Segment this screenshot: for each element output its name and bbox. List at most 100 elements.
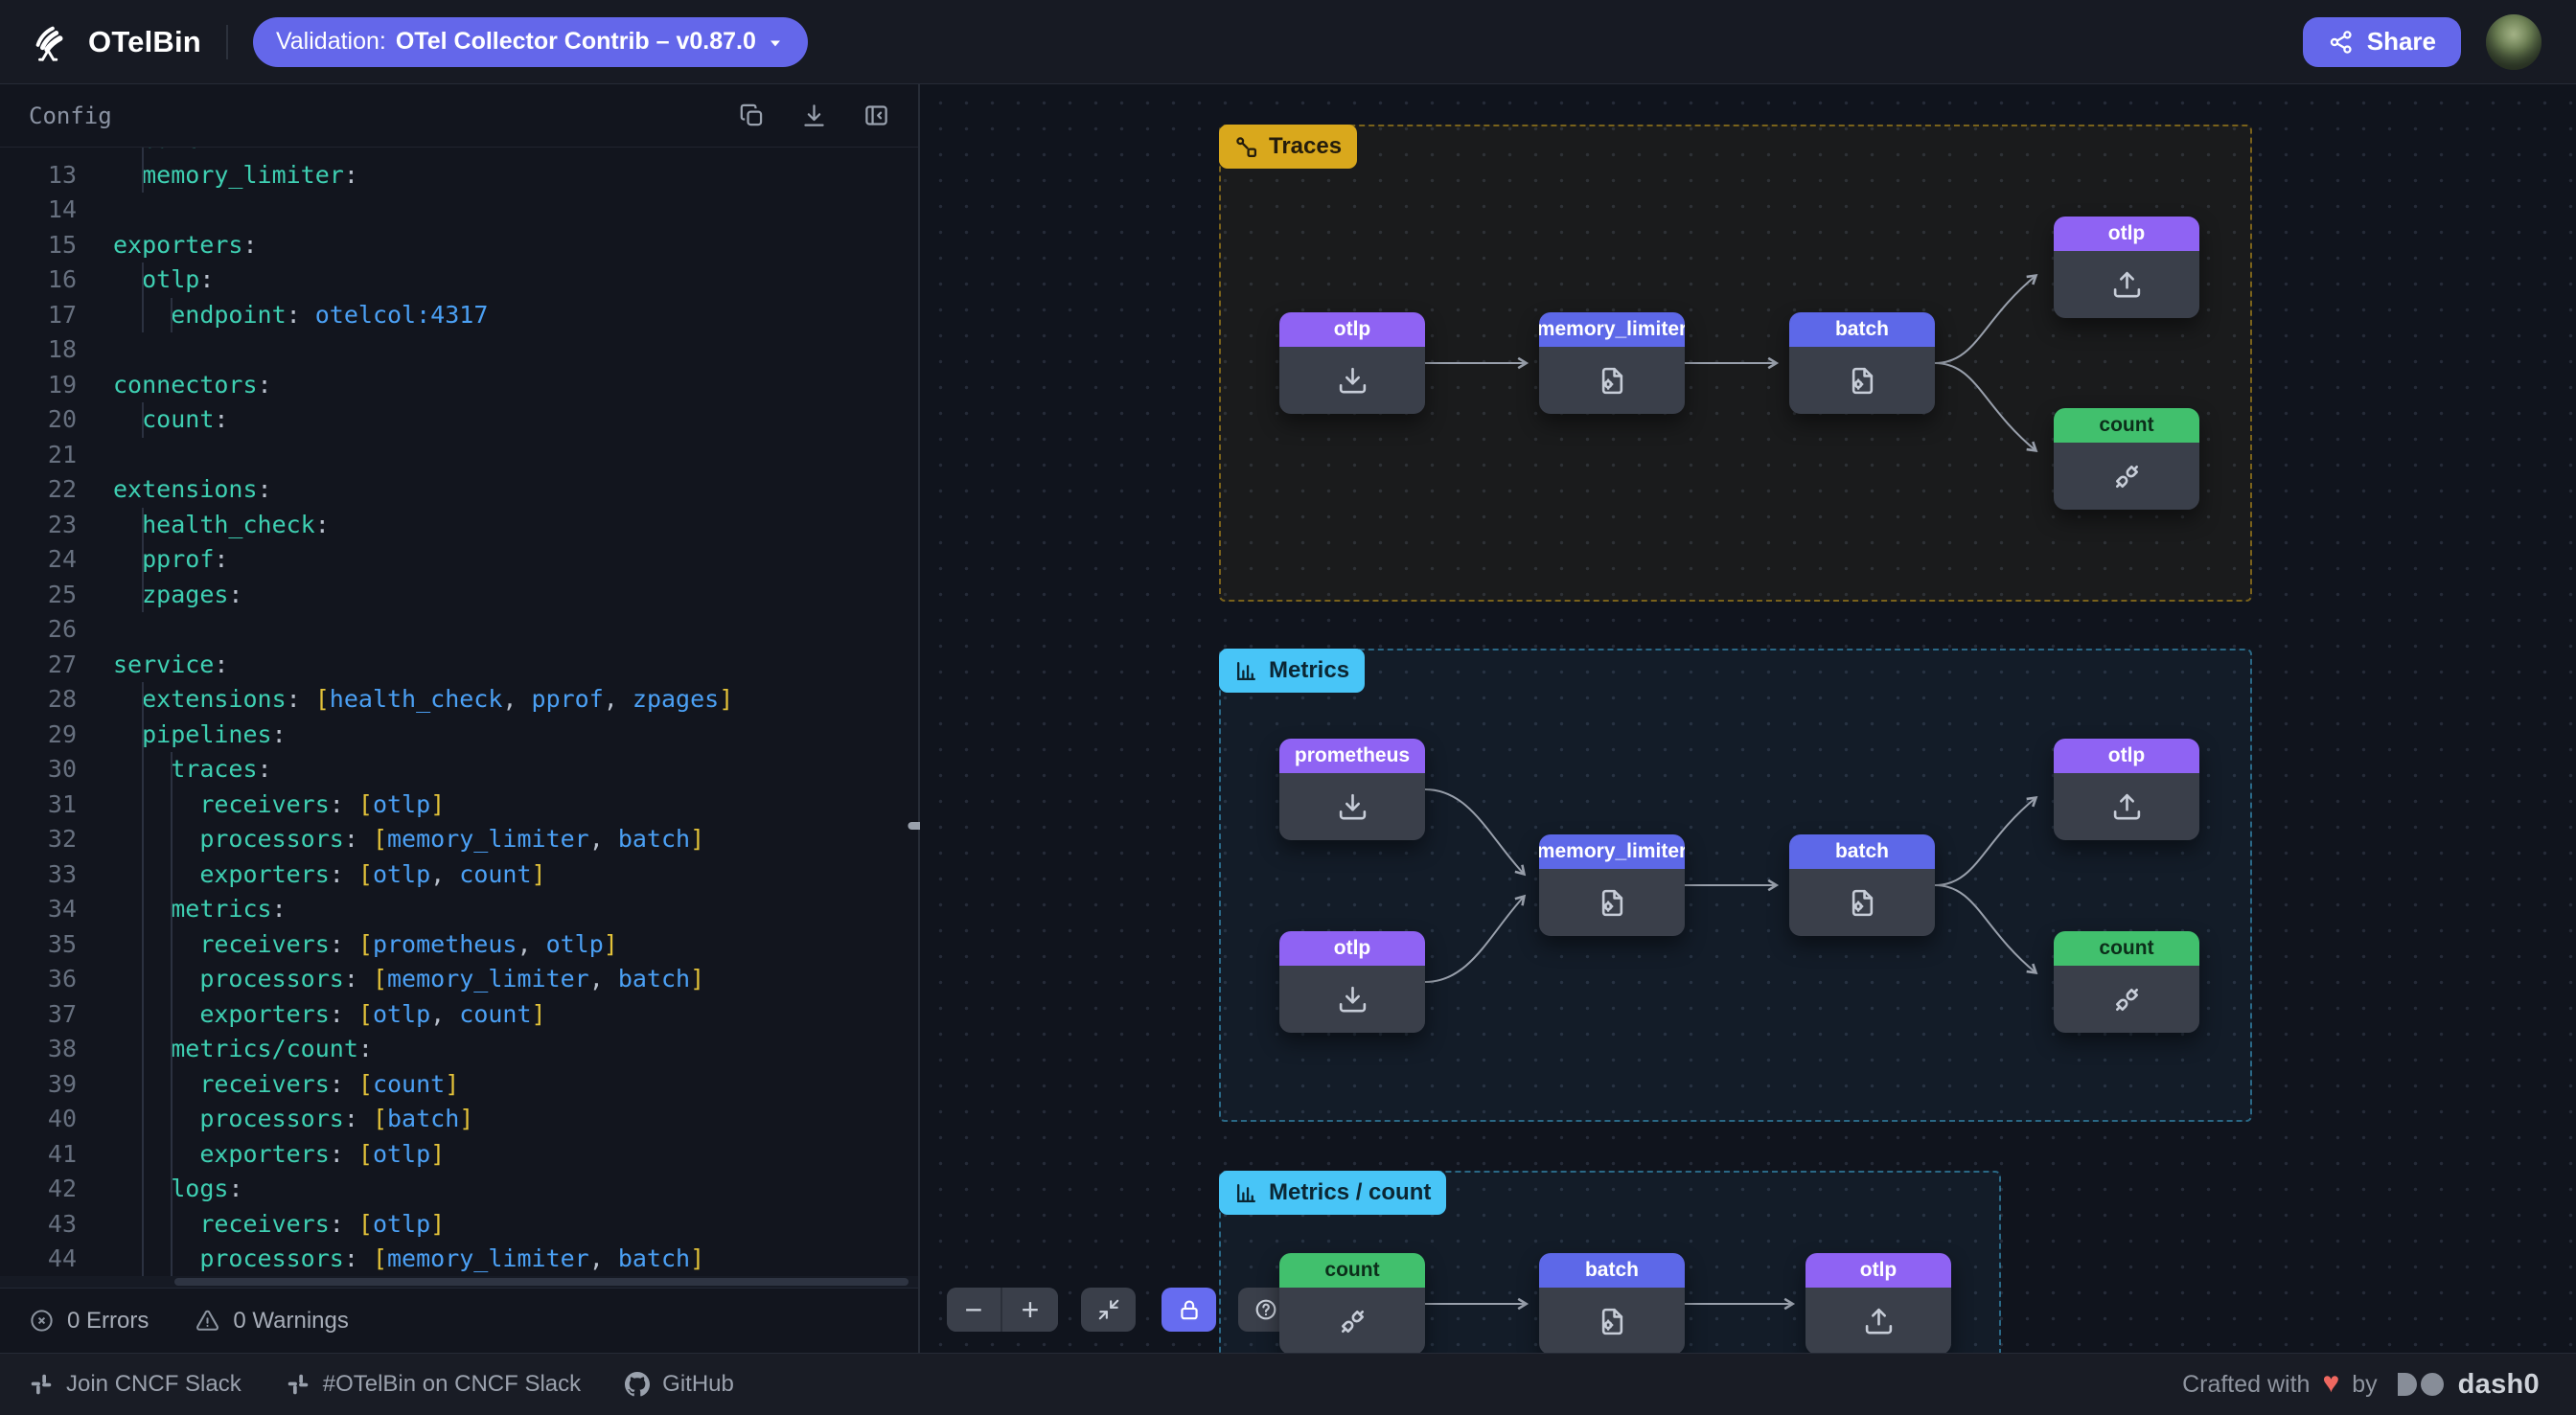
validation-dropdown[interactable]: Validation: OTel Collector Contrib – v0.…	[253, 17, 808, 67]
line-number: 39	[0, 1067, 77, 1103]
pipeline-node-batch[interactable]: batch	[1789, 834, 1935, 936]
line-number: 24	[0, 542, 77, 578]
connector-plug-icon	[2111, 984, 2143, 1016]
processor-file-icon	[1847, 365, 1878, 397]
line-number: 21	[0, 438, 77, 473]
node-body	[1806, 1288, 1951, 1353]
node-body	[2054, 251, 2199, 318]
error-icon	[29, 1308, 55, 1334]
chevron-down-icon	[766, 32, 785, 53]
node-body	[2054, 443, 2199, 510]
code-line: 27service:	[0, 648, 918, 683]
node-body	[2054, 966, 2199, 1033]
code-line: 29 pipelines:	[0, 718, 918, 753]
exporter-upload-icon	[2111, 269, 2143, 301]
line-number: 41	[0, 1137, 77, 1173]
line-number: 30	[0, 752, 77, 787]
github-link[interactable]: GitHub	[625, 1371, 734, 1398]
horizontal-scrollbar[interactable]	[0, 1276, 918, 1288]
credit: Crafted with ♥ by dash0	[2182, 1369, 2540, 1401]
node-label: batch	[1539, 1253, 1685, 1288]
line-number: 34	[0, 892, 77, 927]
line-number: 40	[0, 1102, 77, 1137]
otelbin-app: OTelBin Validation: OTel Collector Contr…	[0, 0, 2576, 1415]
node-label: otlp	[1279, 312, 1425, 347]
collapse-panel-button[interactable]	[860, 99, 893, 132]
node-label: otlp	[2054, 217, 2199, 251]
pipeline-node-prometheus[interactable]: prometheus	[1279, 739, 1425, 840]
node-body	[1789, 347, 1935, 414]
pipeline-node-otlp[interactable]: otlp	[2054, 217, 2199, 318]
node-label: otlp	[2054, 739, 2199, 773]
code-line: 30 traces:	[0, 752, 918, 787]
line-number: 35	[0, 927, 77, 963]
config-editor-panel: Config	[0, 84, 918, 1353]
code-line: 23 health_check:	[0, 508, 918, 543]
node-label: prometheus	[1279, 739, 1425, 773]
download-config-button[interactable]	[797, 99, 831, 132]
validation-label: Validation:	[276, 28, 386, 56]
copy-icon	[739, 103, 765, 128]
pipeline-node-batch[interactable]: batch	[1539, 1253, 1685, 1353]
user-avatar[interactable]	[2486, 14, 2542, 70]
dash0-brand[interactable]: dash0	[2458, 1369, 2540, 1401]
copy-config-button[interactable]	[735, 99, 769, 132]
code-line: 25 zpages:	[0, 578, 918, 613]
otelbin-slack-link[interactable]: #OTelBin on CNCF Slack	[286, 1371, 581, 1398]
line-number: 36	[0, 962, 77, 997]
code-line: 24 pprof:	[0, 542, 918, 578]
node-body	[1279, 966, 1425, 1033]
exporter-upload-icon	[1863, 1306, 1895, 1337]
code-editor[interactable]: 12 batch:13 memory_limiter:1415exporters…	[0, 148, 918, 1288]
app-header: OTelBin Validation: OTel Collector Contr…	[0, 0, 2576, 84]
code-line: 37 exporters: [otlp, count]	[0, 997, 918, 1033]
processor-file-icon	[1597, 365, 1628, 397]
processor-file-icon	[1597, 1306, 1628, 1337]
line-number: 27	[0, 648, 77, 683]
line-number: 26	[0, 612, 77, 648]
line-number: 25	[0, 578, 77, 613]
code-line: 12 batch:	[0, 148, 918, 158]
connector-plug-icon	[1337, 1306, 1368, 1337]
validation-value: OTel Collector Contrib – v0.87.0	[396, 28, 756, 56]
code-line: 15exporters:	[0, 228, 918, 263]
pipeline-node-count[interactable]: count	[1279, 1253, 1425, 1353]
line-number: 38	[0, 1032, 77, 1067]
pipeline-node-otlp[interactable]: otlp	[1806, 1253, 1951, 1353]
code-line: 17 endpoint: otelcol:4317	[0, 298, 918, 333]
pipeline-diagram-panel[interactable]: Traces Metrics Metrics / count	[920, 84, 2576, 1353]
code-line: 20 count:	[0, 402, 918, 438]
line-number: 13	[0, 158, 77, 194]
pipeline-node-otlp[interactable]: otlp	[1279, 931, 1425, 1033]
pipeline-node-memory_limiter[interactable]: memory_limiter	[1539, 834, 1685, 936]
node-body	[1279, 347, 1425, 414]
share-button[interactable]: Share	[2303, 17, 2461, 67]
warnings-status: 0 Warnings	[195, 1308, 349, 1335]
warning-icon	[195, 1308, 220, 1334]
code-line: 13 memory_limiter:	[0, 158, 918, 194]
line-number: 12	[0, 148, 77, 158]
pipeline-node-otlp[interactable]: otlp	[2054, 739, 2199, 840]
pipeline-node-memory_limiter[interactable]: memory_limiter	[1539, 312, 1685, 414]
code-line: 18	[0, 332, 918, 368]
node-body	[1539, 1288, 1685, 1353]
dash0-logo-icon[interactable]	[2390, 1371, 2446, 1398]
pipeline-node-count[interactable]: count	[2054, 931, 2199, 1033]
collapse-panel-icon	[863, 103, 889, 128]
line-number: 17	[0, 298, 77, 333]
line-number: 28	[0, 682, 77, 718]
node-body	[1539, 347, 1685, 414]
join-cncf-slack-link[interactable]: Join CNCF Slack	[29, 1371, 242, 1398]
code-line: 28 extensions: [health_check, pprof, zpa…	[0, 682, 918, 718]
pipeline-node-count[interactable]: count	[2054, 408, 2199, 510]
config-panel-title: Config	[29, 103, 112, 129]
main-content: Config	[0, 84, 2576, 1353]
share-icon	[2328, 29, 2355, 56]
code-line: 36 processors: [memory_limiter, batch]	[0, 962, 918, 997]
pipeline-nodes: otlpmemory_limiterbatchotlpcountpromethe…	[920, 84, 2576, 1353]
app-title: OTelBin	[88, 25, 201, 59]
pipeline-node-otlp[interactable]: otlp	[1279, 312, 1425, 414]
line-number: 29	[0, 718, 77, 753]
exporter-upload-icon	[2111, 791, 2143, 823]
pipeline-node-batch[interactable]: batch	[1789, 312, 1935, 414]
